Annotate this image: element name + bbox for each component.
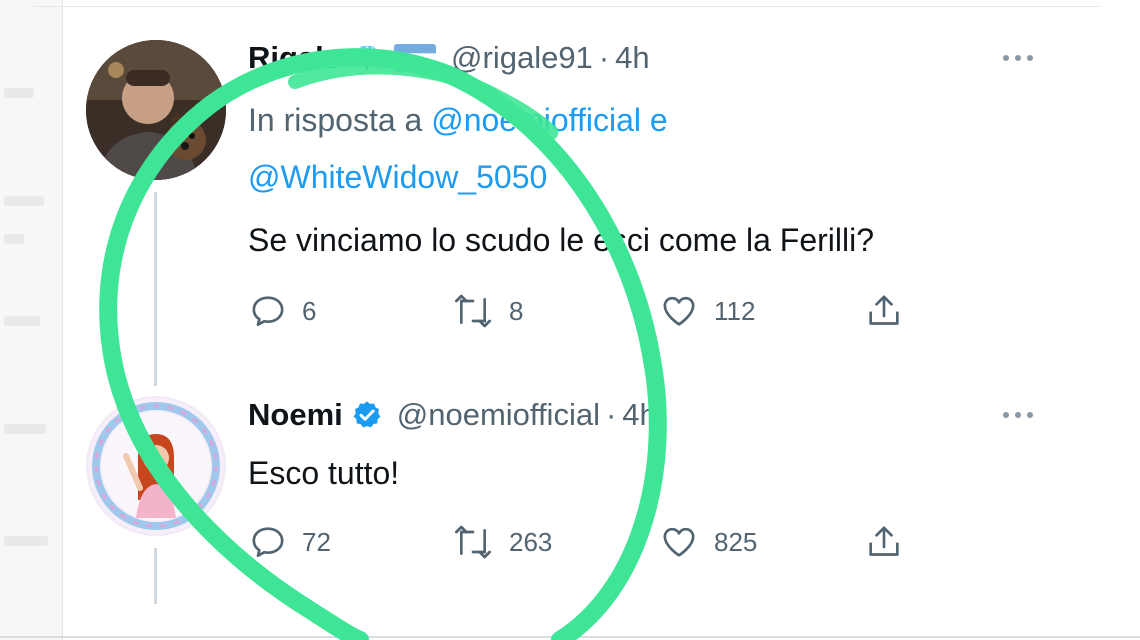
bottom-divider [0,636,1140,638]
reply-button[interactable]: 6 [248,289,316,333]
reply-button[interactable]: 72 [248,520,331,564]
retweet-count: 8 [509,295,524,326]
cropped-text-fragment [4,196,44,206]
handle[interactable]: @rigale91 [451,40,593,76]
ellipsis-dot-icon [1015,412,1021,418]
reply-conjunction: e [649,102,668,138]
reply-count: 6 [302,295,317,326]
avatar[interactable] [86,396,226,536]
heart-icon [663,527,695,557]
retweet-button[interactable]: 263 [451,520,552,564]
avatar-photo-icon [86,40,226,180]
tweet-text: Esco tutto! [248,455,400,491]
reply-context: In risposta a @noemiofficial e @WhiteWid… [248,92,1068,206]
tweet-actions: 72 263 825 [248,520,948,564]
cropped-text-fragment [4,234,24,244]
retweet-count: 263 [509,526,553,557]
mention-link[interactable]: @noemiofficial [431,102,641,138]
handle[interactable]: @noemiofficial [397,397,600,433]
like-count: 112 [714,295,756,326]
left-cropped-column [0,0,63,640]
avatar-photo-icon [88,398,224,534]
like-button[interactable]: 825 [658,520,757,564]
tweet-header: Noemi @noemiofficial · 4h [248,393,1068,437]
share-button[interactable] [862,520,906,564]
verified-badge-icon [351,399,383,431]
tweet-header: Rigale @rigale91 · 4h [248,36,1068,80]
tweet-text: Se vinciamo lo scudo le esci come la Fer… [248,222,875,258]
cropped-text-fragment [4,424,46,434]
display-name[interactable]: Rigale [248,40,341,76]
mention-link[interactable]: @WhiteWidow_5050 [248,159,547,195]
display-name[interactable]: Noemi [248,397,343,433]
reply-icon [252,527,284,557]
timestamp[interactable]: 4h [615,40,649,76]
cropped-text-fragment [4,88,34,98]
more-options-button[interactable] [988,36,1048,80]
retweet-button[interactable]: 8 [451,289,523,333]
share-icon [869,295,899,325]
like-button[interactable]: 112 [658,289,755,333]
reply-prefix: In risposta a [248,102,423,138]
reply-count: 72 [302,526,331,557]
ellipsis-dot-icon [1015,55,1021,61]
gem-emoji-icon [349,43,385,73]
reply-icon [252,296,284,326]
cropped-text-fragment [4,536,48,546]
separator: · [598,40,610,75]
top-divider [34,6,1100,7]
tweet-actions: 6 8 112 [248,289,948,333]
avatar[interactable] [86,40,226,180]
ellipsis-dot-icon [1003,55,1009,61]
next-tweet-fragment [248,630,428,640]
thread-connector-line [154,192,157,386]
ellipsis-dot-icon [1003,412,1009,418]
argentina-flag-icon [393,43,437,73]
cropped-text-fragment [4,316,40,326]
heart-icon [663,296,695,326]
retweet-icon [455,294,491,328]
more-options-button[interactable] [988,393,1048,437]
share-icon [869,526,899,556]
ellipsis-dot-icon [1027,412,1033,418]
like-count: 825 [714,526,758,557]
share-button[interactable] [862,289,906,333]
timestamp[interactable]: 4h [622,397,656,433]
ellipsis-dot-icon [1027,55,1033,61]
retweet-icon [455,525,491,559]
separator: · [605,397,617,432]
tweet-noemi[interactable]: Noemi @noemiofficial · 4h Esco tutto! 72 [248,393,1068,559]
thread-connector-line [154,548,157,604]
tweet-rigale[interactable]: Rigale @rigale91 · 4h In risposta a @noe… [248,36,1068,328]
